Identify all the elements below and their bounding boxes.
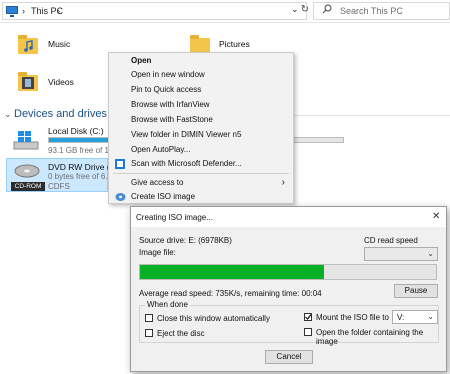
search-icon <box>322 4 332 14</box>
breadcrumb-separator-icon[interactable]: › <box>22 6 25 16</box>
menu-item-dimin-viewer[interactable]: View folder in DIMIN Viewer n5 <box>109 129 293 141</box>
folder-label-music[interactable]: Music <box>48 39 70 49</box>
devices-and-drives-header[interactable]: Devices and drives (3 <box>14 108 450 120</box>
menu-separator <box>113 173 289 174</box>
folder-label-videos[interactable]: Videos <box>48 77 74 87</box>
close-icon[interactable]: ✕ <box>432 211 440 222</box>
eject-disc-checkbox[interactable] <box>145 329 153 337</box>
dvd-disc-icon <box>14 164 40 178</box>
create-iso-dialog: Creating ISO image... ✕ Source drive: E:… <box>130 206 447 372</box>
drive-e-filesystem: CDFS <box>48 182 70 191</box>
refresh-icon[interactable]: ↻ <box>298 3 312 17</box>
chevron-down-icon: ⌄ <box>427 249 434 258</box>
mount-iso-checkbox[interactable] <box>304 313 312 321</box>
mount-iso-label[interactable]: Mount the ISO file to <box>316 313 389 322</box>
menu-item-give-access[interactable]: Give access to › <box>109 177 293 189</box>
when-done-label: When done <box>145 300 190 309</box>
image-file-label: Image file: <box>139 248 176 257</box>
film-strip-icon <box>22 77 34 89</box>
iso-disc-icon <box>115 193 126 201</box>
menu-item-browse-faststone[interactable]: Browse with FastStone <box>109 114 293 126</box>
close-window-label[interactable]: Close this window automatically <box>157 314 270 323</box>
menu-item-open-autoplay[interactable]: Open AutoPlay... <box>109 144 293 156</box>
music-folder-icon[interactable] <box>18 35 38 54</box>
drive-c-name[interactable]: Local Disk (C:) <box>48 126 104 136</box>
drive-c-free-space: 93.1 GB free of 19 <box>48 146 114 155</box>
defender-shield-icon <box>115 159 125 169</box>
open-folder-checkbox[interactable] <box>304 328 312 336</box>
cancel-button[interactable]: Cancel <box>265 350 313 364</box>
mount-drive-value: V: <box>397 313 405 322</box>
folder-label-pictures[interactable]: Pictures <box>219 39 250 49</box>
cd-read-speed-label: CD read speed <box>364 236 418 245</box>
menu-item-open[interactable]: Open <box>109 55 293 67</box>
cd-rom-badge: CD-ROM <box>11 182 45 191</box>
source-drive-label: Source drive: E: (6978KB) <box>139 236 232 245</box>
context-menu: Open Open in new window Pin to Quick acc… <box>108 52 294 204</box>
drive-e-free-space: 0 bytes free of 6. <box>48 172 108 181</box>
pause-button[interactable]: Pause <box>394 284 438 298</box>
music-note-icon <box>24 40 33 52</box>
open-folder-label[interactable]: Open the folder containing the image <box>316 328 446 346</box>
progress-bar <box>139 264 437 280</box>
breadcrumb-chevron-icon[interactable]: › <box>57 6 60 16</box>
checkmark-icon <box>305 314 312 320</box>
collapse-chevron-icon[interactable]: ⌄ <box>4 109 12 120</box>
search-placeholder: Search This PC <box>340 6 403 16</box>
menu-item-create-iso[interactable]: Create ISO image <box>109 191 293 203</box>
menu-item-open-new-window[interactable]: Open in new window <box>109 69 293 81</box>
submenu-arrow-icon: › <box>281 177 285 188</box>
progress-fill <box>140 265 324 279</box>
eject-disc-label[interactable]: Eject the disc <box>157 329 205 338</box>
menu-item-browse-irfanview[interactable]: Browse with IrfanView <box>109 99 293 111</box>
status-text: Average read speed: 735K/s, remaining ti… <box>139 289 322 298</box>
menu-item-pin-quick-access[interactable]: Pin to Quick access <box>109 84 293 96</box>
menu-item-scan-defender[interactable]: Scan with Microsoft Defender... <box>109 158 293 170</box>
this-pc-icon <box>6 6 18 17</box>
mount-drive-select[interactable]: V: ⌄ <box>392 310 438 324</box>
chevron-down-icon: ⌄ <box>427 312 434 321</box>
dialog-title: Creating ISO image... <box>136 213 213 222</box>
cd-read-speed-select[interactable]: ⌄ <box>364 247 438 261</box>
close-window-checkbox[interactable] <box>145 314 153 322</box>
drive-e-name[interactable]: DVD RW Drive (E <box>48 162 115 172</box>
videos-folder-icon[interactable] <box>18 72 38 91</box>
windows-drive-icon[interactable] <box>12 130 40 150</box>
